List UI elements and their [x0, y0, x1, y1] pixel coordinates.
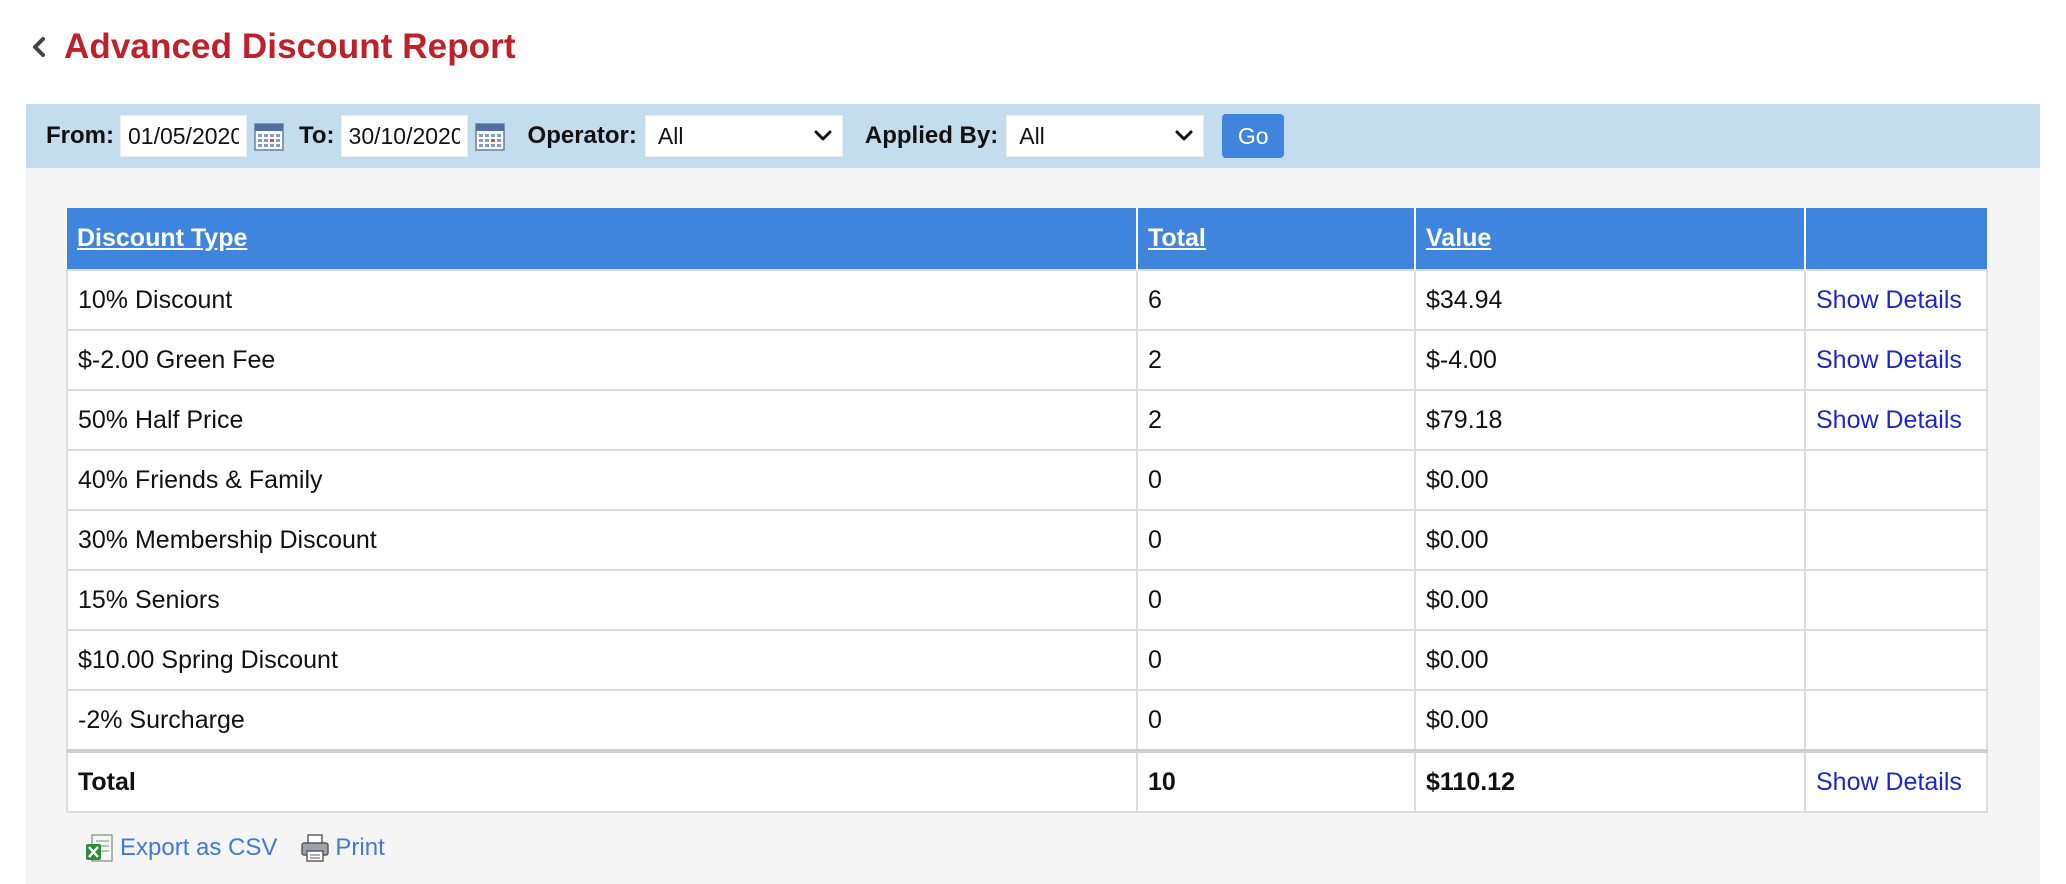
column-header-total[interactable]: Total: [1137, 208, 1416, 270]
export-csv-label: Export as CSV: [120, 834, 278, 861]
discount-type-cell: 50% Half Price: [66, 389, 1138, 451]
total-count-cell: 10: [1136, 749, 1416, 813]
total-cell: 0: [1136, 449, 1416, 511]
action-cell: Show Details: [1804, 749, 1988, 813]
from-date-input[interactable]: [120, 115, 247, 157]
calendar-icon[interactable]: [253, 120, 285, 152]
table-row: $10.00 Spring Discount 0 $0.00: [66, 629, 1988, 691]
chevron-left-icon: [33, 37, 45, 57]
page-header: Advanced Discount Report: [28, 22, 516, 72]
to-label: To:: [299, 122, 335, 149]
value-cell: $79.18: [1414, 389, 1806, 451]
discount-type-cell: $-2.00 Green Fee: [66, 329, 1138, 391]
discount-type-cell: 40% Friends & Family: [66, 449, 1138, 511]
export-csv-button[interactable]: Export as CSV: [84, 832, 277, 864]
column-header-discount-type[interactable]: Discount Type: [67, 208, 1138, 270]
show-details-link[interactable]: Show Details: [1816, 346, 1962, 374]
value-cell: $0.00: [1414, 509, 1806, 571]
operator-select-value: All: [657, 122, 684, 149]
value-cell: $0.00: [1414, 449, 1806, 511]
go-button[interactable]: Go: [1222, 114, 1285, 158]
chevron-down-icon: [1175, 130, 1193, 141]
table-row: $-2.00 Green Fee 2 $-4.00 Show Details: [66, 329, 1988, 391]
report-actions: Export as CSV Print: [84, 832, 407, 864]
calendar-icon[interactable]: [474, 120, 506, 152]
discount-report-table: Discount Type Total Value 10% Discount 6…: [66, 208, 1988, 813]
applied-by-label: Applied By:: [864, 122, 999, 149]
value-cell: $0.00: [1414, 629, 1806, 691]
column-header-value[interactable]: Value: [1415, 208, 1806, 270]
table-row: 10% Discount 6 $34.94 Show Details: [66, 269, 1988, 331]
show-details-link[interactable]: Show Details: [1816, 286, 1962, 314]
discount-type-cell: 30% Membership Discount: [66, 509, 1138, 571]
total-value-cell: $110.12: [1414, 749, 1806, 813]
action-cell: Show Details: [1804, 389, 1988, 451]
page-title: Advanced Discount Report: [64, 27, 516, 66]
value-cell: $34.94: [1414, 269, 1806, 331]
print-label: Print: [335, 834, 385, 861]
table-row: 50% Half Price 2 $79.18 Show Details: [66, 389, 1988, 451]
action-cell: [1804, 569, 1988, 631]
discount-type-cell: $10.00 Spring Discount: [66, 629, 1138, 691]
action-cell: Show Details: [1804, 269, 1988, 331]
action-cell: [1804, 629, 1988, 691]
value-cell: $0.00: [1414, 689, 1806, 752]
back-button[interactable]: [28, 22, 50, 72]
table-row: 40% Friends & Family 0 $0.00: [66, 449, 1988, 511]
table-row: -2% Surcharge 0 $0.00: [66, 689, 1988, 752]
value-cell: $-4.00: [1414, 329, 1806, 391]
total-label-cell: Total: [66, 749, 1138, 813]
chevron-down-icon: [814, 130, 832, 141]
total-cell: 0: [1136, 509, 1416, 571]
total-cell: 2: [1136, 389, 1416, 451]
discount-type-cell: 15% Seniors: [66, 569, 1138, 631]
table-row: 30% Membership Discount 0 $0.00: [66, 509, 1988, 571]
total-cell: 0: [1136, 689, 1416, 752]
discount-type-cell: -2% Surcharge: [66, 689, 1138, 752]
from-label: From:: [46, 122, 114, 149]
total-cell: 0: [1136, 629, 1416, 691]
table-row: 15% Seniors 0 $0.00: [66, 569, 1988, 631]
total-row: Total 10 $110.12 Show Details: [66, 749, 1988, 813]
operator-label: Operator:: [527, 122, 637, 149]
excel-icon: [86, 834, 113, 862]
operator-select[interactable]: All: [644, 115, 843, 157]
filter-bar: From: To: Operator: All Applied By: All: [26, 104, 2040, 168]
column-header-actions: [1805, 208, 1987, 270]
applied-by-select-value: All: [1019, 122, 1045, 149]
value-cell: $0.00: [1414, 569, 1806, 631]
show-details-link[interactable]: Show Details: [1816, 406, 1962, 434]
print-button[interactable]: Print: [299, 832, 385, 864]
action-cell: [1804, 449, 1988, 511]
total-cell: 0: [1136, 569, 1416, 631]
discount-type-cell: 10% Discount: [66, 269, 1138, 331]
action-cell: [1804, 689, 1988, 752]
printer-icon: [301, 834, 330, 862]
to-date-input[interactable]: [340, 115, 468, 157]
table-header-row: Discount Type Total Value: [67, 208, 1987, 270]
total-cell: 2: [1136, 329, 1416, 391]
action-cell: [1804, 509, 1988, 571]
total-cell: 6: [1136, 269, 1416, 331]
applied-by-select[interactable]: All: [1006, 115, 1205, 157]
show-details-link[interactable]: Show Details: [1816, 768, 1962, 796]
action-cell: Show Details: [1804, 329, 1988, 391]
